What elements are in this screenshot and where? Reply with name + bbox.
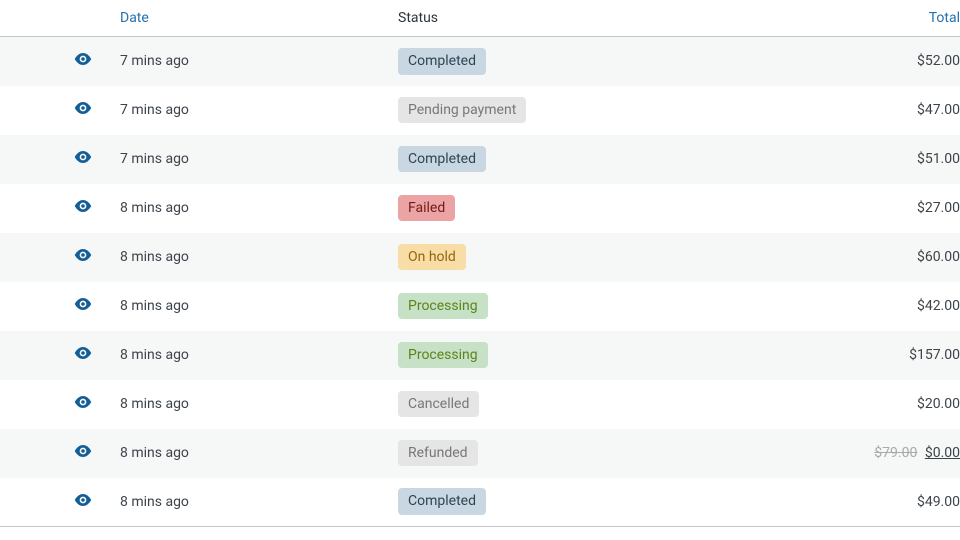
status-badge: Completed	[398, 146, 486, 173]
row-total: $157.00	[828, 331, 960, 380]
preview-eye-icon[interactable]	[74, 53, 92, 65]
row-total: $42.00	[828, 282, 960, 331]
row-date: 8 mins ago	[120, 184, 398, 233]
table-row[interactable]: 8 mins ago On hold $60.00	[0, 233, 960, 282]
table-row[interactable]: 8 mins ago Completed $49.00	[0, 478, 960, 527]
row-total: $51.00	[828, 135, 960, 184]
final-total: $52.00	[917, 53, 960, 69]
row-date: 7 mins ago	[120, 135, 398, 184]
final-total: $157.00	[909, 347, 960, 363]
preview-eye-icon[interactable]	[74, 347, 92, 359]
column-header-total[interactable]: Total	[828, 0, 960, 37]
final-total: $60.00	[917, 249, 960, 265]
final-total: $20.00	[917, 396, 960, 412]
column-header-preview	[0, 0, 120, 37]
column-header-status: Status	[398, 0, 828, 37]
table-row[interactable]: 8 mins ago Failed $27.00	[0, 184, 960, 233]
preview-eye-icon[interactable]	[74, 298, 92, 310]
row-total: $47.00	[828, 86, 960, 135]
row-date: 8 mins ago	[120, 478, 398, 527]
preview-eye-icon[interactable]	[74, 445, 92, 457]
preview-eye-icon[interactable]	[74, 396, 92, 408]
original-total: $79.00	[874, 445, 917, 461]
final-total: $51.00	[917, 151, 960, 167]
table-row[interactable]: 8 mins ago Refunded $79.00 $0.00	[0, 429, 960, 478]
row-total: $49.00	[828, 478, 960, 527]
row-date: 8 mins ago	[120, 429, 398, 478]
table-row[interactable]: 7 mins ago Completed $51.00	[0, 135, 960, 184]
column-header-date[interactable]: Date	[120, 0, 398, 37]
preview-eye-icon[interactable]	[74, 102, 92, 114]
table-row[interactable]: 7 mins ago Pending payment $47.00	[0, 86, 960, 135]
status-badge: Completed	[398, 488, 486, 515]
final-total: $47.00	[917, 102, 960, 118]
final-total: $49.00	[917, 494, 960, 510]
row-date: 8 mins ago	[120, 233, 398, 282]
row-date: 7 mins ago	[120, 37, 398, 86]
final-total: $0.00	[925, 445, 960, 461]
status-badge: Cancelled	[398, 391, 479, 418]
preview-eye-icon[interactable]	[74, 151, 92, 163]
status-badge: Completed	[398, 48, 486, 75]
table-row[interactable]: 8 mins ago Cancelled $20.00	[0, 380, 960, 429]
final-total: $27.00	[917, 200, 960, 216]
preview-eye-icon[interactable]	[74, 200, 92, 212]
status-badge: Pending payment	[398, 97, 526, 124]
status-badge: Processing	[398, 342, 488, 369]
status-badge: On hold	[398, 244, 466, 271]
status-badge: Failed	[398, 195, 455, 222]
row-total: $20.00	[828, 380, 960, 429]
row-date: 8 mins ago	[120, 331, 398, 380]
row-date: 8 mins ago	[120, 380, 398, 429]
status-badge: Refunded	[398, 440, 478, 467]
row-total: $79.00 $0.00	[828, 429, 960, 478]
final-total: $42.00	[917, 298, 960, 314]
row-date: 8 mins ago	[120, 282, 398, 331]
row-total: $27.00	[828, 184, 960, 233]
preview-eye-icon[interactable]	[74, 494, 92, 506]
table-row[interactable]: 7 mins ago Completed $52.00	[0, 37, 960, 86]
orders-table-header-row: Date Status Total	[0, 0, 960, 37]
row-total: $52.00	[828, 37, 960, 86]
table-row[interactable]: 8 mins ago Processing $157.00	[0, 331, 960, 380]
orders-table: Date Status Total 7 mins ago Completed $…	[0, 0, 960, 527]
status-badge: Processing	[398, 293, 488, 320]
preview-eye-icon[interactable]	[74, 249, 92, 261]
row-date: 7 mins ago	[120, 86, 398, 135]
row-total: $60.00	[828, 233, 960, 282]
table-row[interactable]: 8 mins ago Processing $42.00	[0, 282, 960, 331]
